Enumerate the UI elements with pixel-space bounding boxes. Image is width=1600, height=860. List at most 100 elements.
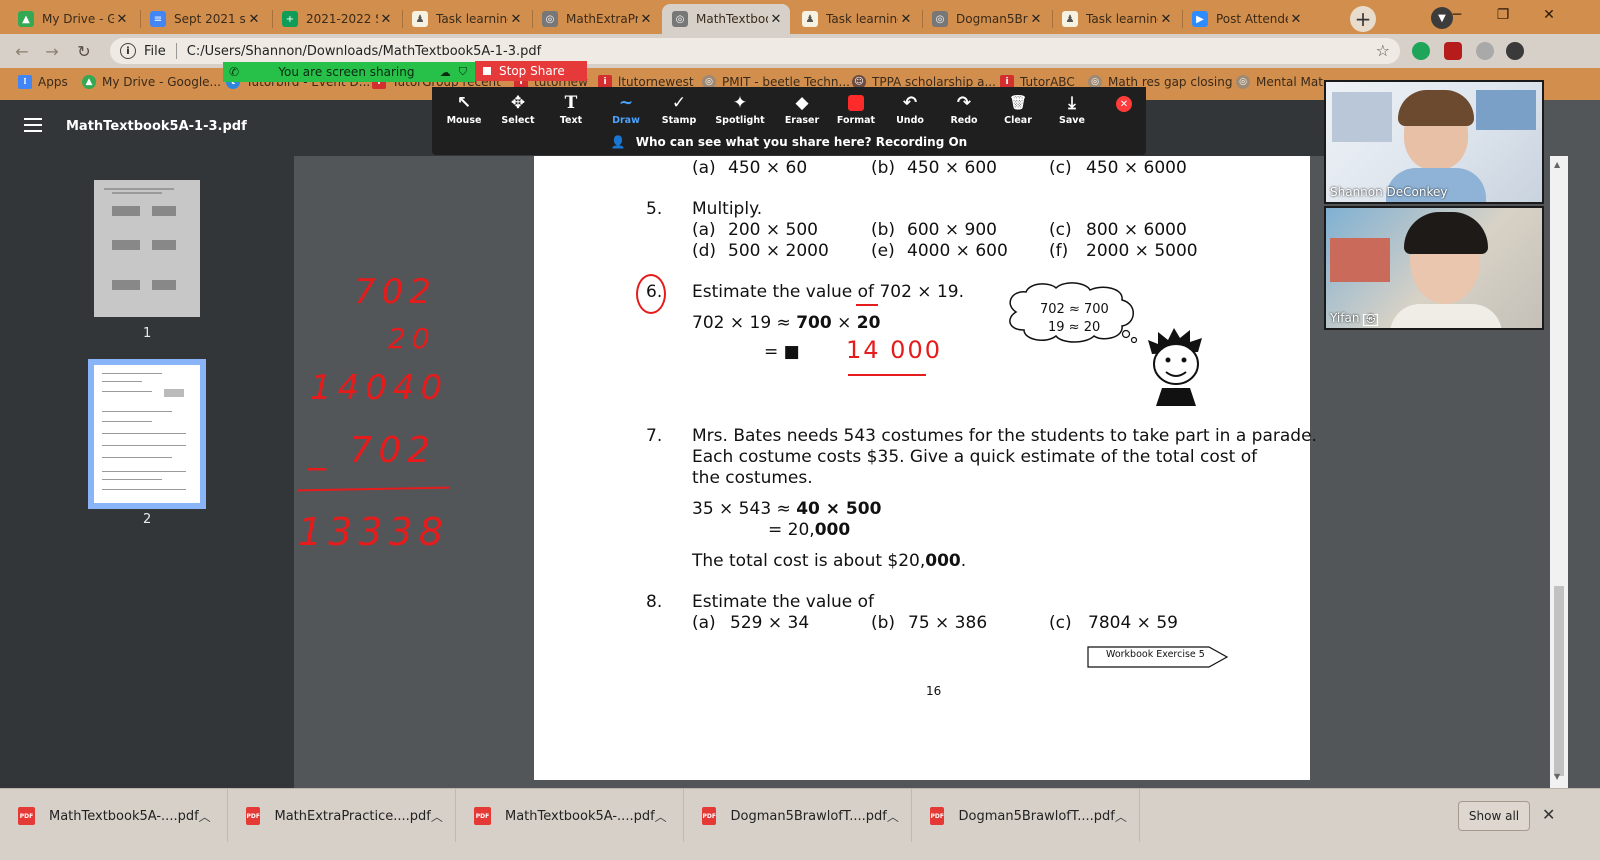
tool-format[interactable]: Format	[829, 91, 883, 131]
participant-name: Yifan ㉿	[1330, 311, 1379, 326]
save-icon: ⤓	[1068, 93, 1076, 113]
thumbnail-page-1[interactable]	[94, 180, 200, 317]
video-tile-yifan[interactable]: Yifan ㉿	[1324, 206, 1544, 330]
tool-label: Draw	[612, 115, 640, 126]
tool-spotlight[interactable]: ✦ Spotlight	[713, 91, 767, 131]
handwriting-13338: 13338	[298, 510, 449, 554]
tab-2021-2022[interactable]: + 2021-2022 S ✕	[272, 4, 400, 34]
close-icon[interactable]: ✕	[1028, 12, 1044, 27]
tab-sept-2021[interactable]: ≡ Sept 2021 sc ✕	[140, 4, 268, 34]
url-text[interactable]: C:/Users/Shannon/Downloads/MathTextbook5…	[187, 44, 541, 59]
close-annotation-icon[interactable]: ✕	[1116, 96, 1132, 112]
eraser-icon: ◆	[795, 93, 809, 113]
tool-clear[interactable]: 🗑 Clear	[991, 91, 1045, 131]
chevron-up-icon[interactable]: ︿	[199, 808, 227, 825]
chevron-up-icon[interactable]: ︿	[887, 808, 911, 825]
download-item[interactable]: PDF MathTextbook5A-....pdf ︿	[456, 789, 684, 843]
forward-icon[interactable]: →	[42, 41, 62, 61]
bookmark-star-icon[interactable]: ☆	[1376, 41, 1390, 60]
stop-icon	[483, 67, 491, 75]
video-tile-shannon[interactable]: Shannon DeConkey	[1324, 80, 1544, 204]
profile-avatar[interactable]	[1506, 42, 1524, 60]
download-item[interactable]: PDF Dogman5BrawlofT....pdf ︿	[912, 789, 1140, 843]
google-sheets-icon: +	[282, 11, 298, 27]
download-item[interactable]: PDF MathTextbook5A-....pdf ︿	[0, 789, 228, 843]
q7-answer: The total cost is about $20,000.	[692, 551, 967, 571]
minimize-button[interactable]: ─	[1434, 0, 1480, 30]
tab-mathextra[interactable]: ◎ MathExtraPr ✕	[532, 4, 660, 34]
tab-mathtextbook-active[interactable]: ◎ MathTextboo ✕	[662, 4, 790, 34]
close-icon[interactable]: ✕	[898, 12, 914, 27]
close-icon[interactable]: ✕	[378, 12, 394, 27]
tool-draw[interactable]: ∼ Draw	[599, 91, 653, 131]
new-tab-button[interactable]: +	[1350, 6, 1376, 32]
google-drive-icon: ▲	[82, 75, 96, 89]
pdf-file-icon: PDF	[246, 807, 261, 825]
chevron-up-icon[interactable]: ︿	[655, 808, 683, 825]
extension-green-icon[interactable]	[1412, 42, 1430, 60]
close-downloads-icon[interactable]: ✕	[1542, 805, 1555, 824]
tab-task-learning-2[interactable]: ♟ Task learning ✕	[792, 4, 920, 34]
address-bar[interactable]: i File C:/Users/Shannon/Downloads/MathTe…	[110, 38, 1400, 64]
tool-select[interactable]: ✥ Select	[491, 91, 545, 131]
close-icon[interactable]: ✕	[246, 12, 262, 27]
screen-sharing-banner[interactable]: ✆ You are screen sharing ☁ ⛉	[223, 62, 475, 82]
reload-icon[interactable]: ↻	[74, 41, 94, 61]
zoom-icon: ▶	[1192, 11, 1208, 27]
close-icon[interactable]: ✕	[114, 12, 130, 27]
close-icon[interactable]: ✕	[768, 12, 784, 27]
bookmark-my-drive[interactable]: ▲ My Drive - Google...	[82, 75, 221, 89]
close-icon[interactable]: ✕	[508, 12, 524, 27]
tool-eraser[interactable]: ◆ Eraser	[775, 91, 829, 131]
q7-text-line-1: Mrs. Bates needs 543 costumes for the st…	[692, 426, 1317, 446]
chevron-up-icon[interactable]: ︿	[431, 808, 455, 825]
tool-undo[interactable]: ↶ Undo	[883, 91, 937, 131]
q6-answer-box: = ■	[764, 342, 800, 362]
tab-task-learning-3[interactable]: ♟ Task learning ✕	[1052, 4, 1180, 34]
tab-post-attendee[interactable]: ▶ Post Attende ✕	[1182, 4, 1310, 34]
recording-notice-text: Who can see what you share here? Recordi…	[635, 135, 968, 149]
downloads-bar: PDF MathTextbook5A-....pdf ︿ PDF MathExtraP…	[0, 788, 1600, 843]
thumbnail-page-2-selected[interactable]	[88, 359, 206, 509]
scrollbar-thumb[interactable]	[1554, 586, 1564, 776]
stop-share-button[interactable]: Stop Share	[475, 61, 587, 81]
tool-text[interactable]: T Text	[544, 91, 598, 131]
q6-number: 6.	[646, 282, 663, 302]
bookmark-apps[interactable]: ⁞ Apps	[18, 75, 68, 89]
chevron-up-icon[interactable]: ︿	[1115, 808, 1139, 825]
scroll-up-icon[interactable]: ▲	[1554, 160, 1560, 169]
close-icon[interactable]: ✕	[1158, 12, 1174, 27]
handwriting-20: 20	[388, 322, 436, 355]
bookmark-mental-math[interactable]: ◎ Mental Mat	[1236, 75, 1323, 89]
tab-dogman[interactable]: ◎ Dogman5Bra ✕	[922, 4, 1050, 34]
close-icon[interactable]: ✕	[1288, 12, 1304, 27]
globe-icon: ◎	[542, 11, 558, 27]
ublock-icon[interactable]	[1444, 42, 1462, 60]
extensions-puzzle-icon[interactable]	[1476, 42, 1494, 60]
tool-redo[interactable]: ↷ Redo	[937, 91, 991, 131]
vertical-scrollbar[interactable]: ▲ ▼	[1550, 156, 1568, 788]
info-icon[interactable]: i	[120, 43, 136, 59]
q4-expr-c: 450 × 6000	[1086, 158, 1187, 178]
download-item[interactable]: PDF Dogman5BrawlofT....pdf ︿	[684, 789, 912, 843]
tab-my-drive[interactable]: ▲ My Drive - G ✕	[8, 4, 136, 34]
tool-mouse[interactable]: ↖ Mouse	[437, 91, 491, 131]
close-window-button[interactable]: ✕	[1526, 0, 1572, 30]
back-icon[interactable]: ←	[12, 41, 32, 61]
tool-save[interactable]: ⤓ Save	[1045, 91, 1099, 131]
tool-stamp[interactable]: ✓ Stamp	[652, 91, 706, 131]
pdf-file-icon: PDF	[474, 807, 491, 825]
q8-number: 8.	[646, 592, 663, 612]
show-all-button[interactable]: Show all	[1458, 801, 1530, 831]
menu-icon[interactable]	[24, 118, 42, 132]
download-item[interactable]: PDF MathExtraPractice....pdf ︿	[228, 789, 456, 843]
tab-label: Sept 2021 sc	[174, 12, 246, 26]
scroll-down-icon[interactable]: ▼	[1554, 772, 1560, 781]
page-number: 16	[926, 684, 942, 698]
recording-notice[interactable]: 👤 Who can see what you share here? Recor…	[432, 132, 1146, 152]
tab-task-learning-1[interactable]: ♟ Task learning ✕	[402, 4, 530, 34]
q5-label: (a)	[692, 220, 716, 240]
tab-label: Dogman5Bra	[956, 12, 1028, 26]
restore-button[interactable]: ❐	[1480, 0, 1526, 30]
close-icon[interactable]: ✕	[638, 12, 654, 27]
